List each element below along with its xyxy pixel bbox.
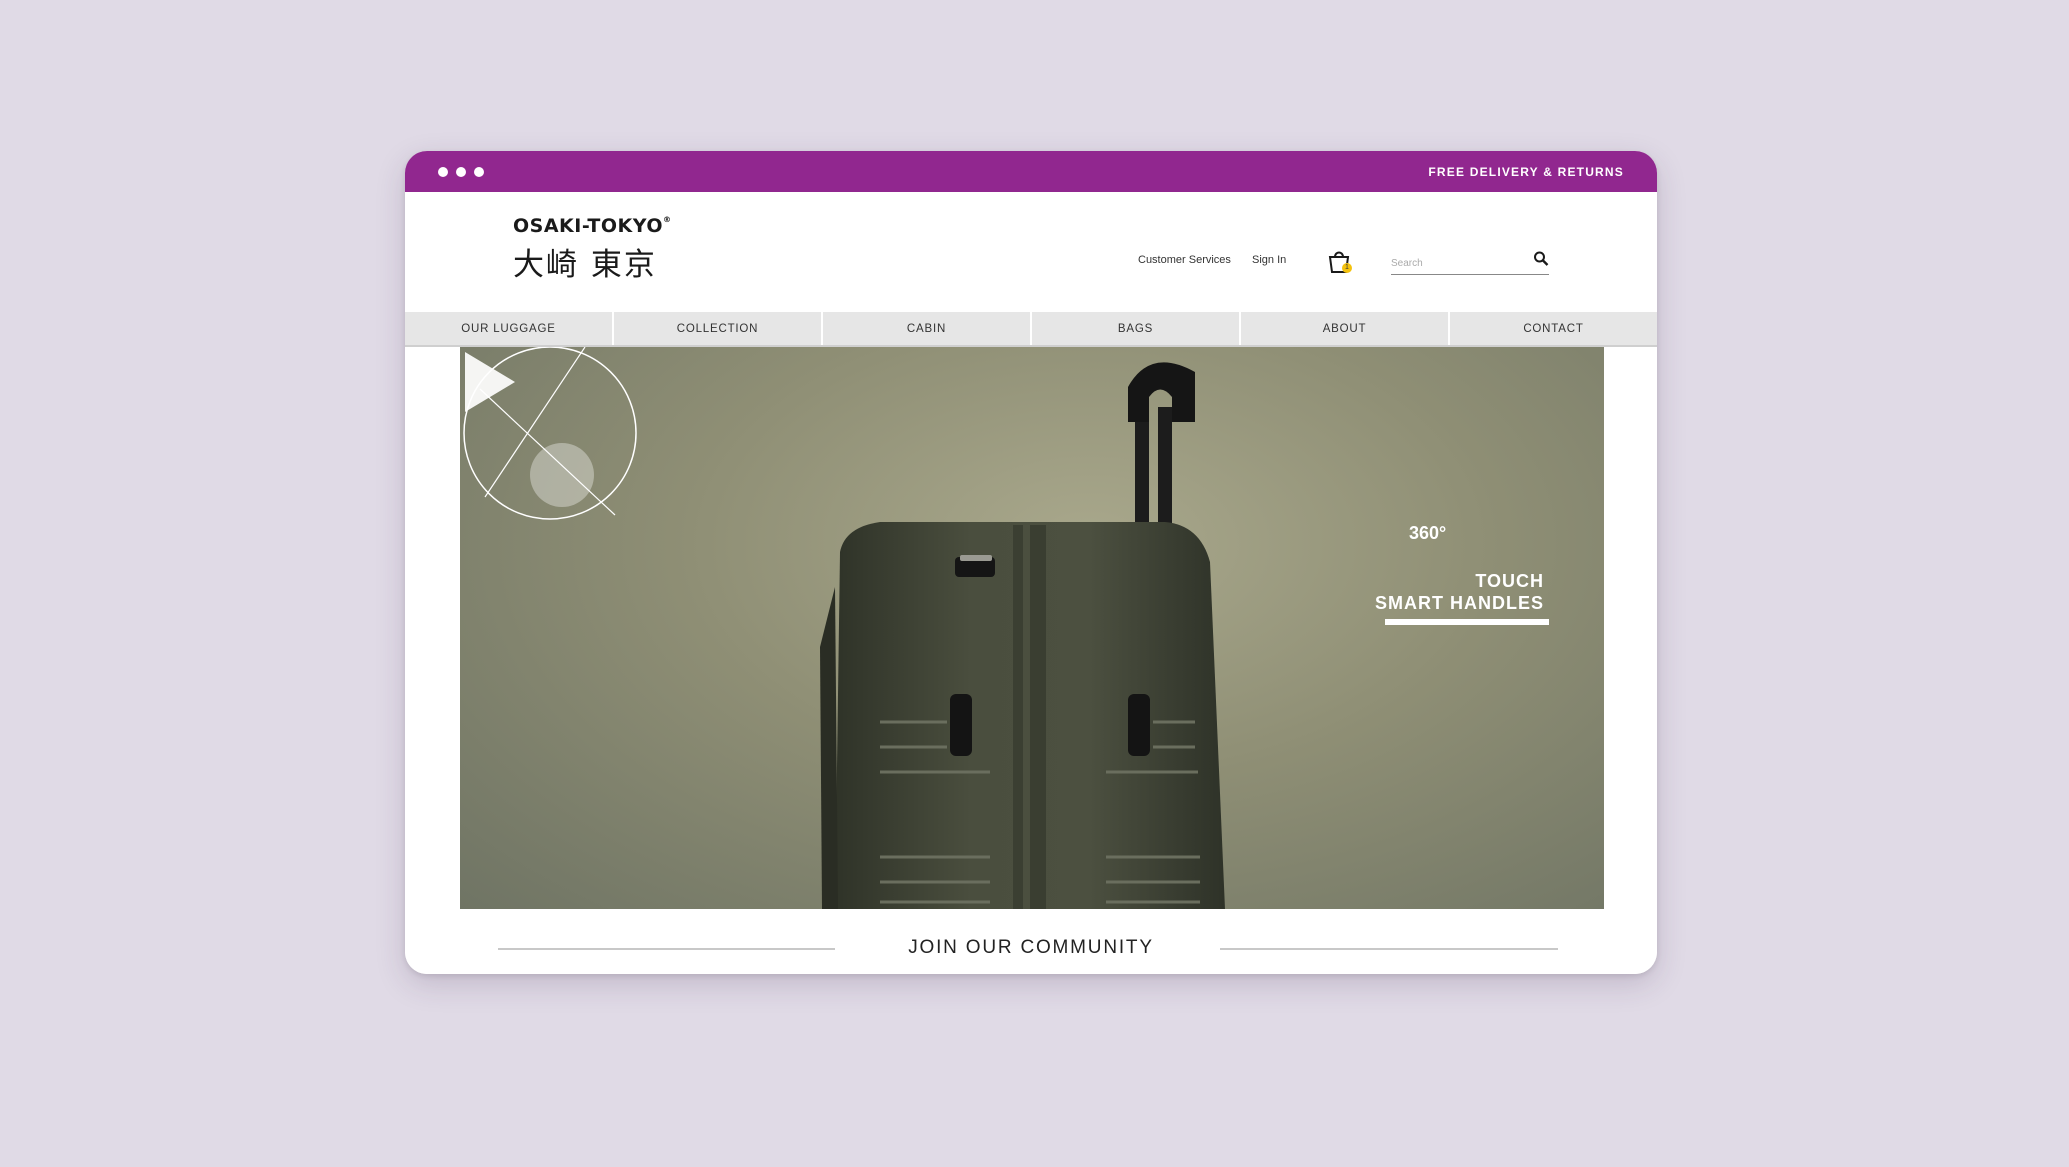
search-input[interactable]: [1391, 253, 1521, 273]
cart-count-badge: 1: [1342, 263, 1352, 273]
nav-our-luggage[interactable]: OUR LUGGAGE: [405, 312, 614, 345]
search-box: [1391, 250, 1549, 275]
window-dot-1[interactable]: [438, 167, 448, 177]
community-section: JOIN OUR COMMUNITY: [405, 911, 1657, 974]
site-header: OSAKI-TOKYO® 大崎 東京 Customer Services Sig…: [405, 192, 1657, 312]
registered-mark: ®: [663, 215, 672, 224]
nav-cabin[interactable]: CABIN: [823, 312, 1032, 345]
browser-window: FREE DELIVERY & RETURNS OSAKI-TOKYO® 大崎 …: [405, 151, 1657, 974]
feature-underline: [1385, 619, 1549, 625]
free-delivery-link[interactable]: FREE DELIVERY & RETURNS: [1428, 165, 1624, 179]
cart-button[interactable]: 1: [1326, 247, 1352, 275]
window-dot-3[interactable]: [474, 167, 484, 177]
divider-right: [1220, 948, 1558, 950]
brand-logo[interactable]: OSAKI-TOKYO® 大崎 東京: [513, 215, 672, 284]
rotate-360-icon[interactable]: [460, 347, 640, 527]
smart-handles-label: SMART HANDLES: [1375, 593, 1544, 613]
nav-about[interactable]: ABOUT: [1241, 312, 1450, 345]
main-nav: OUR LUGGAGE COLLECTION CABIN BAGS ABOUT …: [405, 312, 1657, 347]
nav-collection[interactable]: COLLECTION: [614, 312, 823, 345]
sign-in-link[interactable]: Sign In: [1252, 254, 1286, 266]
degree-label: 360°: [1409, 523, 1447, 543]
hero-video[interactable]: 360° TOUCH SMART HANDLES: [460, 347, 1604, 909]
search-icon[interactable]: [1533, 250, 1549, 268]
customer-services-link[interactable]: Customer Services: [1138, 254, 1231, 266]
logo-japanese: 大崎 東京: [513, 247, 657, 283]
nav-bags[interactable]: BAGS: [1032, 312, 1241, 345]
window-dot-2[interactable]: [456, 167, 466, 177]
logo-text: OSAKI-TOKYO: [513, 215, 663, 237]
nav-contact[interactable]: CONTACT: [1450, 312, 1657, 345]
touch-label: TOUCH: [1475, 571, 1544, 591]
window-controls: [438, 167, 484, 177]
promo-bar: FREE DELIVERY & RETURNS: [405, 151, 1657, 192]
